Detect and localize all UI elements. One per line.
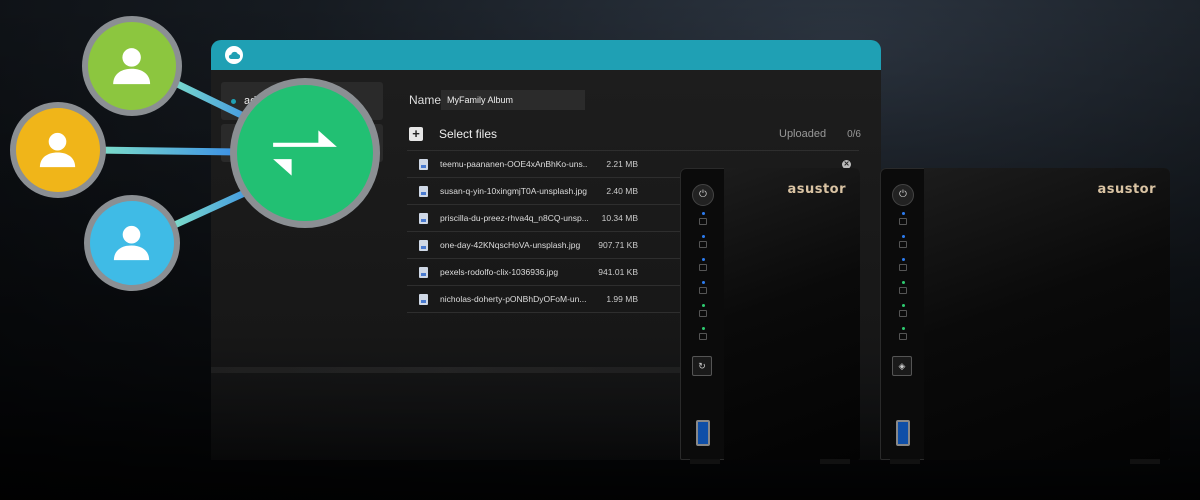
nas-front-panel bbox=[924, 168, 1170, 460]
transfer-arrows-icon bbox=[273, 130, 337, 176]
user-icon bbox=[114, 226, 150, 261]
foot bbox=[820, 459, 850, 464]
usb-port bbox=[696, 420, 710, 446]
nas-device-1: asustor ⏻ ↻ bbox=[680, 168, 860, 464]
transfer-hub bbox=[230, 78, 380, 228]
nas-front-panel bbox=[724, 168, 860, 460]
nas-brand-logo: asustor bbox=[787, 182, 846, 197]
user-avatar-green bbox=[82, 16, 182, 116]
status-leds bbox=[899, 212, 907, 350]
connector-line-middle bbox=[94, 146, 241, 156]
user-avatar-yellow bbox=[10, 102, 106, 198]
usb-port bbox=[896, 420, 910, 446]
power-icon[interactable]: ⏻ bbox=[892, 184, 914, 206]
nas-device-2: asustor ⏻ ◈ bbox=[880, 168, 1170, 464]
one-touch-backup-button[interactable]: ↻ bbox=[692, 356, 712, 376]
user-icon bbox=[40, 133, 76, 168]
status-leds bbox=[699, 212, 707, 350]
foot bbox=[890, 459, 920, 464]
user-icon bbox=[113, 48, 151, 85]
one-touch-backup-button[interactable]: ◈ bbox=[892, 356, 912, 376]
nas-brand-logo: asustor bbox=[1097, 182, 1156, 197]
user-avatar-blue bbox=[84, 195, 180, 291]
power-icon[interactable]: ⏻ bbox=[692, 184, 714, 206]
foot bbox=[690, 459, 720, 464]
foot bbox=[1130, 459, 1160, 464]
